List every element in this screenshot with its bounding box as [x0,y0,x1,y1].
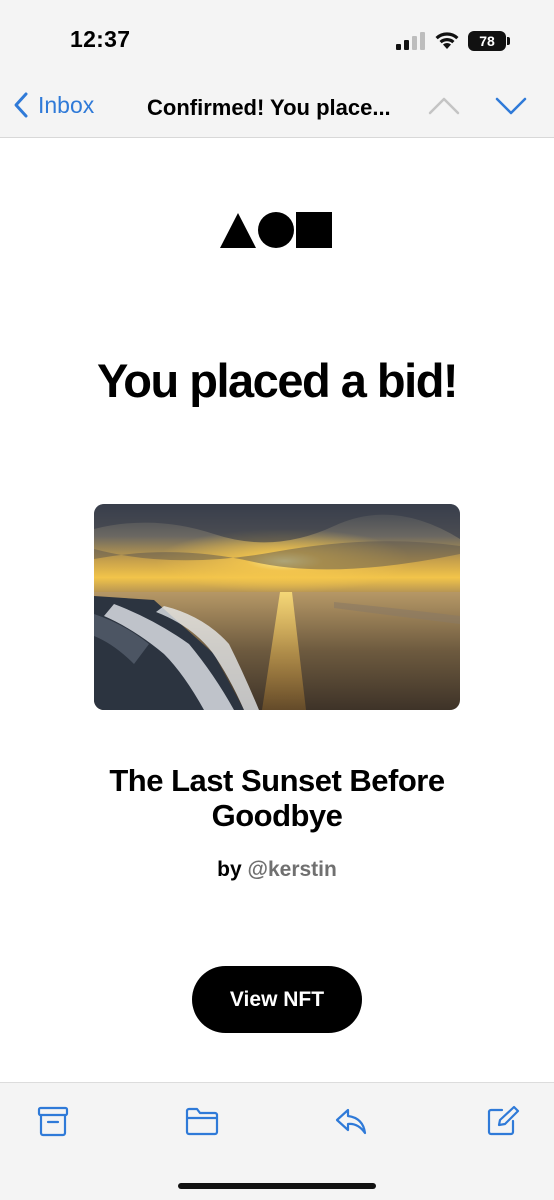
cellular-signal-icon [396,32,425,50]
view-nft-button[interactable]: View NFT [192,966,362,1033]
back-to-inbox-button[interactable]: Inbox [12,90,94,120]
status-bar: 12:37 78 [0,0,554,70]
battery-level: 78 [468,31,506,51]
archive-icon[interactable] [36,1105,70,1137]
triangle-circle-square-logo [220,212,332,248]
folder-icon[interactable] [185,1105,219,1137]
creator-byline: by @kerstin [0,858,554,882]
creator-handle-link[interactable]: @kerstin [248,858,337,881]
battery-icon: 78 [468,31,510,51]
chevron-up-icon[interactable] [428,96,460,116]
nft-artwork-image[interactable] [94,504,460,710]
chevron-left-icon [14,92,28,118]
mail-toolbar [0,1082,554,1200]
by-label: by [217,858,242,881]
back-label: Inbox [38,91,95,118]
email-headline: You placed a bid! [96,354,459,407]
battery-cap [507,37,510,45]
status-time: 12:37 [70,26,131,52]
reply-icon[interactable] [334,1105,368,1137]
email-subject-title: Confirmed! You place... [147,95,391,120]
home-indicator [178,1183,376,1189]
wifi-icon [435,32,459,49]
email-body: You placed a bid! The Last Sunset Before… [0,139,554,1082]
chevron-down-icon[interactable] [495,96,527,116]
compose-icon[interactable] [486,1105,520,1137]
nft-title: The Last Sunset Before Goodbye [109,763,445,833]
mail-nav-bar: Inbox Confirmed! You place... [0,70,554,138]
